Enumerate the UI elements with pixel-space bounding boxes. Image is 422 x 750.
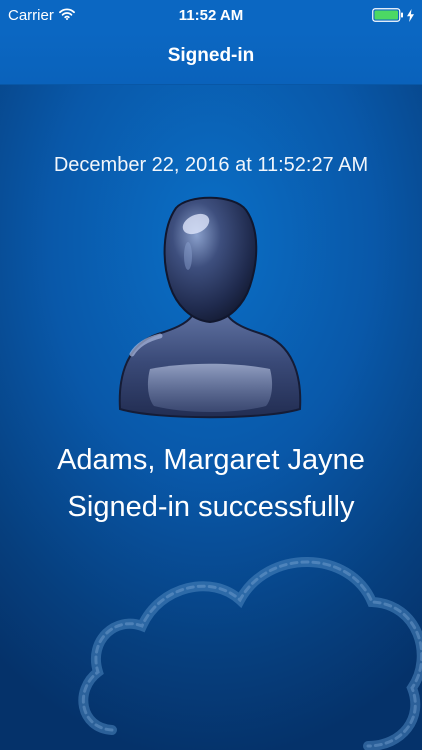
signed-in-screen: Carrier 11:52 AM Signed-in December 22, … [0,0,422,750]
signin-status-message: Signed-in successfully [67,491,355,523]
status-time: 11:52 AM [178,7,244,24]
battery-icon [372,8,404,27]
navigation-bar: Signed-in [0,32,422,85]
charging-bolt-icon [407,8,414,27]
status-bar: Carrier 11:52 AM [0,0,422,32]
cloud-watermark-icon [72,540,422,750]
user-silhouette-icon [114,194,306,424]
user-name: Adams, Margaret Jayne [57,444,365,476]
signin-timestamp: December 22, 2016 at 11:52:27 AM [53,154,369,176]
battery-indicator [372,8,414,27]
page-title: Signed-in [167,45,255,66]
